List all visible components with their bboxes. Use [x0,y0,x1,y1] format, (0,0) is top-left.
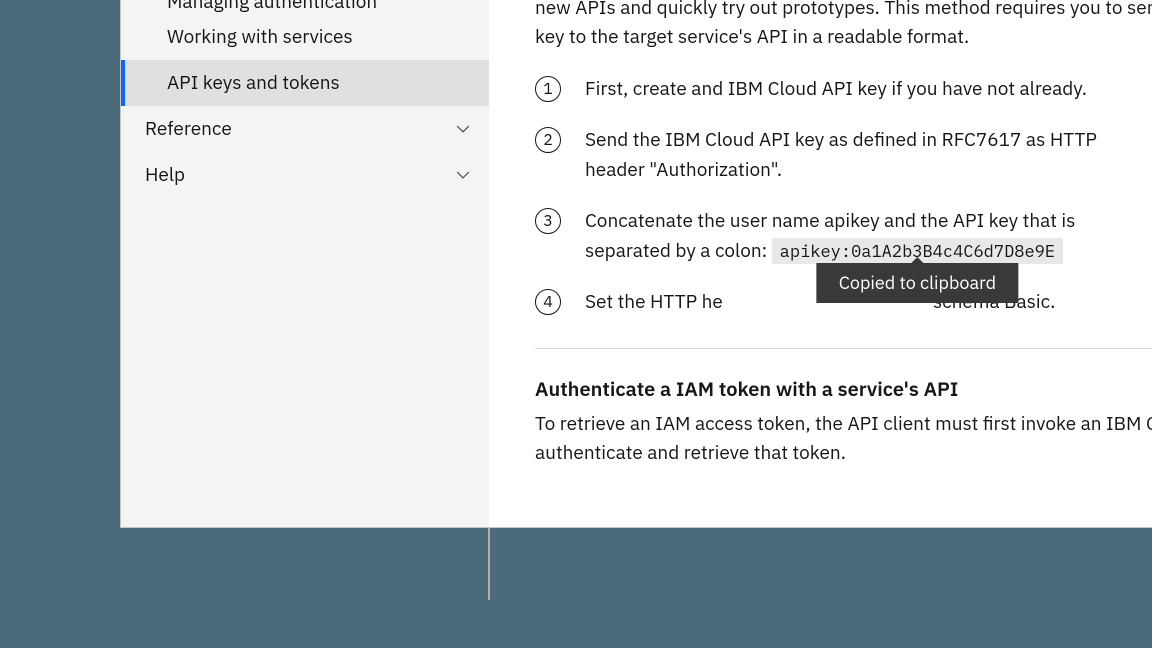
sidebar-item-managing-authentication[interactable]: Managing authentication [121,0,489,14]
sidebar-item-api-keys-and-tokens[interactable]: API keys and tokens [121,60,489,106]
step-1: 1 First, create and IBM Cloud API key if… [535,75,1152,104]
step-text: First, create and IBM Cloud API key if y… [585,75,1152,104]
main-content: new APIs and quickly try out prototypes.… [489,0,1152,527]
divider [535,348,1152,349]
section-title: Authenticate a IAM token with a service'… [535,375,1152,402]
ordered-steps: 1 First, create and IBM Cloud API key if… [535,75,1152,318]
step-text: Concatenate the user name apikey and the… [585,207,1152,266]
sidebar-item-working-with-services[interactable]: Working with services [121,14,489,60]
sidebar-group-help[interactable]: Help [121,152,489,198]
step-3: 3 Concatenate the user name apikey and t… [535,207,1152,266]
step-number: 4 [535,289,561,315]
step-text-pre: Set the HTTP he [585,290,723,314]
sidebar-group-reference[interactable]: Reference [121,106,489,152]
step-number: 1 [535,76,561,102]
step-number: 2 [535,127,561,153]
app-window: Managing authentication Working with ser… [120,0,1152,528]
chevron-down-icon [453,165,473,185]
intro-paragraph: new APIs and quickly try out prototypes.… [535,0,1152,53]
step-text: Send the IBM Cloud API key as defined in… [585,126,1152,185]
sidebar-item-label: Working with services [167,25,353,49]
chevron-down-icon [453,119,473,139]
code-with-tooltip: apikey:0a1A2b3B4c4C6d7D8e9E Copied to cl… [772,237,1063,266]
step-number: 3 [535,208,561,234]
step-2: 2 Send the IBM Cloud API key as defined … [535,126,1152,185]
scrollbar[interactable] [488,528,490,600]
sidebar: Managing authentication Working with ser… [121,0,489,527]
copied-tooltip: Copied to clipboard [817,263,1018,303]
sidebar-item-label: Help [145,163,185,187]
sidebar-item-label: API keys and tokens [167,71,340,95]
section-body: To retrieve an IAM access token, the API… [535,410,1152,469]
sidebar-item-label: Managing authentication [167,0,377,14]
sidebar-item-label: Reference [145,117,232,141]
